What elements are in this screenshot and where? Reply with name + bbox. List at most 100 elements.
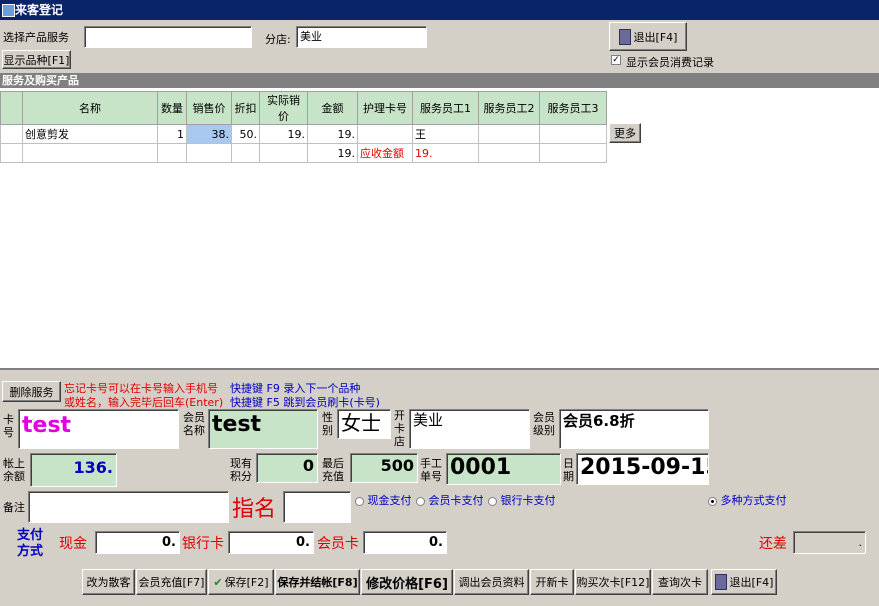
- receivable-label: 应收金额: [357, 143, 413, 163]
- cell-emp2[interactable]: [478, 124, 540, 144]
- cell-emp3[interactable]: [539, 124, 607, 144]
- grid-header-emp2: 服务员工2: [478, 91, 540, 125]
- pay-bank-card-radio[interactable]: [488, 496, 497, 506]
- bank-card-input[interactable]: 0.: [228, 531, 314, 554]
- grid-header-emp1: 服务员工1: [412, 91, 479, 125]
- balance-label: 帐上余额: [3, 457, 25, 483]
- grid-header-row: 名称 数量 销售价 折扣 实际销价 金额 护理卡号 服务员工1 服务员工2 服务…: [0, 91, 607, 125]
- member-card-pay-input[interactable]: 0.: [363, 531, 447, 554]
- points-field: 0: [256, 453, 318, 483]
- exit-door-icon: [618, 28, 631, 45]
- branch-label: 分店:: [265, 33, 291, 46]
- modify-price-button[interactable]: 修改价格[F6]: [361, 569, 453, 595]
- grid-header-name: 名称: [22, 91, 158, 125]
- card-number-input[interactable]: test: [18, 409, 179, 449]
- show-variety-button[interactable]: 显示品种[F1]: [2, 50, 71, 69]
- query-times-card-button[interactable]: 查询次卡: [652, 569, 708, 595]
- total-cell-empty: [22, 143, 158, 163]
- last-recharge-label: 最后充值: [322, 457, 344, 483]
- remark-input[interactable]: [28, 491, 229, 523]
- points-label: 现有积分: [230, 457, 252, 483]
- owed-label: 还差: [759, 536, 787, 552]
- to-walkin-button[interactable]: 改为散客: [82, 569, 135, 595]
- hint-red-2: 或姓名，输入完毕后回车(Enter): [64, 396, 224, 409]
- load-member-button[interactable]: 调出会员资料: [454, 569, 529, 595]
- hint-blue-2: 快捷键 F5 跳到会员刷卡(卡号): [230, 396, 380, 409]
- product-input[interactable]: [84, 26, 252, 48]
- grid-header-price: 销售价: [186, 91, 232, 125]
- app-icon: [2, 4, 15, 17]
- receivable-value: 19.: [412, 143, 479, 163]
- grid-header-actual: 实际销价: [259, 91, 308, 125]
- buy-times-card-button[interactable]: 购买次卡[F12]: [575, 569, 651, 595]
- branch-input[interactable]: 美业: [296, 26, 427, 48]
- exit-button-top-label: 退出[F4]: [633, 30, 678, 44]
- save-button[interactable]: ✔ 保存[F2]: [208, 569, 274, 595]
- cell-qty[interactable]: 1: [157, 124, 187, 144]
- member-level-label: 会员级别: [533, 411, 555, 437]
- total-cell-empty: [539, 143, 607, 163]
- cell-card[interactable]: [357, 124, 413, 144]
- grid-header-card: 护理卡号: [357, 91, 413, 125]
- cell-amount[interactable]: 19.: [307, 124, 358, 144]
- pay-bank-card-label: 银行卡支付: [500, 494, 556, 507]
- total-cell-empty: [478, 143, 540, 163]
- more-button[interactable]: 更多: [609, 123, 641, 143]
- cell-price[interactable]: 38.: [186, 124, 232, 144]
- designate-label: 指名: [232, 497, 277, 522]
- grid-header-discount: 折扣: [231, 91, 260, 125]
- total-cell-empty: [259, 143, 308, 163]
- grid-header-qty: 数量: [157, 91, 187, 125]
- show-records-checkbox[interactable]: ✓: [611, 55, 621, 65]
- delete-service-button[interactable]: 删除服务: [2, 381, 61, 402]
- date-label: 日期: [563, 457, 574, 483]
- cell-emp1[interactable]: 王: [412, 124, 479, 144]
- save-button-label: 保存[F2]: [224, 576, 269, 589]
- member-card-pay-label: 会员卡: [317, 536, 359, 552]
- exit-door-icon: [714, 574, 727, 590]
- pay-cash-option[interactable]: 现金支付: [355, 492, 412, 508]
- cell-discount[interactable]: 50.: [231, 124, 260, 144]
- remark-label: 备注: [3, 501, 25, 514]
- manual-no-field[interactable]: 0001: [446, 453, 561, 485]
- total-cell-empty: [231, 143, 260, 163]
- save-checkout-button[interactable]: 保存并结帐[F8]: [275, 569, 360, 595]
- total-amount: 19.: [307, 143, 358, 163]
- row-selector[interactable]: [0, 124, 23, 144]
- card-label: 卡号: [3, 413, 14, 439]
- gender-field: 女士: [337, 409, 391, 439]
- table-row[interactable]: 创意剪发 1 38. 50. 19. 19. 王: [0, 124, 607, 144]
- total-cell-empty: [157, 143, 187, 163]
- service-grid: 名称 数量 销售价 折扣 实际销价 金额 护理卡号 服务员工1 服务员工2 服务…: [0, 88, 879, 370]
- pay-member-card-radio[interactable]: [416, 496, 425, 506]
- grid-header-selector: [0, 91, 23, 125]
- open-store-label: 开卡店: [394, 409, 405, 448]
- exit-button-bottom-label: 退出[F4]: [729, 576, 774, 589]
- cell-name[interactable]: 创意剪发: [22, 124, 158, 144]
- open-store-field: 美业: [409, 409, 530, 449]
- cash-input[interactable]: 0.: [95, 531, 180, 554]
- pay-member-card-option[interactable]: 会员卡支付: [416, 492, 484, 508]
- owed-field: .: [793, 531, 866, 554]
- balance-field: 136.: [30, 453, 117, 487]
- manual-no-label: 手工单号: [420, 457, 442, 483]
- gender-label: 性别: [322, 411, 333, 437]
- pay-multi-option[interactable]: 多种方式支付: [708, 492, 787, 508]
- member-level-field: 会员6.8折: [559, 409, 709, 449]
- pay-multi-radio[interactable]: [708, 496, 717, 506]
- date-field[interactable]: 2015-09-15: [576, 453, 709, 485]
- pay-bank-card-option[interactable]: 银行卡支付: [488, 492, 556, 508]
- pay-method-label-2: 方式: [17, 544, 44, 559]
- pay-cash-radio[interactable]: [355, 496, 364, 506]
- total-cell-empty: [186, 143, 232, 163]
- member-recharge-button[interactable]: 会员充值[F7]: [136, 569, 207, 595]
- designate-input[interactable]: [283, 491, 351, 523]
- exit-button-bottom[interactable]: 退出[F4]: [711, 569, 777, 595]
- grid-header-emp3: 服务员工3: [539, 91, 607, 125]
- exit-button-top[interactable]: 退出[F4]: [609, 22, 687, 51]
- new-card-button[interactable]: 开新卡: [530, 569, 574, 595]
- pay-cash-label: 现金支付: [367, 494, 412, 507]
- save-check-icon: ✔: [213, 575, 223, 589]
- total-row: 19. 应收金额 19.: [0, 143, 607, 163]
- cell-actual[interactable]: 19.: [259, 124, 308, 144]
